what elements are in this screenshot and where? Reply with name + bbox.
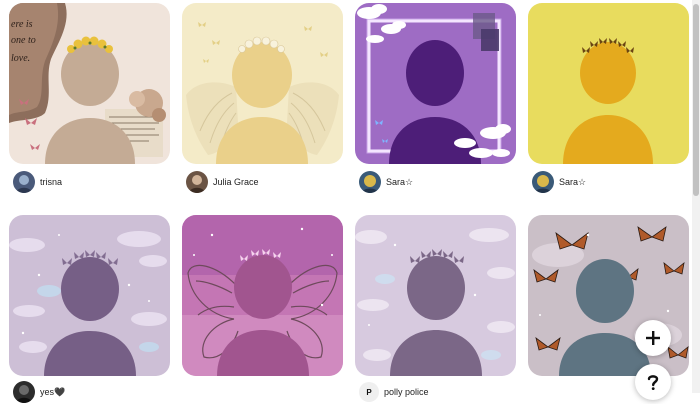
pin-card-lavender-sky[interactable]: [9, 215, 170, 376]
avatar[interactable]: P: [359, 382, 379, 402]
profile-placeholder-pink-fairy-wings-image: [182, 215, 343, 376]
author-name[interactable]: trisna: [40, 177, 62, 187]
profile-placeholder-vintage-butterflies-image: ere is one to love.: [9, 3, 170, 164]
profile-placeholder-angel-wings-yellow-image: [182, 3, 343, 164]
author-name[interactable]: yes🖤: [40, 387, 65, 398]
help-button[interactable]: [635, 364, 671, 400]
pin-card-angel-wings-yellow[interactable]: [182, 3, 343, 164]
pin-author[interactable]: Sara☆: [359, 170, 413, 194]
pin-author[interactable]: trisna: [13, 170, 62, 194]
pin-card-monarch-butterflies[interactable]: [528, 215, 689, 376]
pin-card-pink-fairy-wings[interactable]: [182, 215, 343, 376]
svg-text:ere is: ere is: [11, 19, 33, 30]
profile-placeholder-yellow-butterfly-crown-image: [528, 3, 689, 164]
avatar[interactable]: [13, 381, 35, 403]
pin-card-yellow-butterfly-crown[interactable]: [528, 3, 689, 164]
pin-card-lilac-clouds[interactable]: [355, 215, 516, 376]
scrollbar-thumb[interactable]: [693, 4, 699, 196]
page-scrollbar[interactable]: [692, 0, 700, 393]
svg-text:one to: one to: [11, 35, 36, 46]
profile-placeholder-monarch-butterflies-image: [528, 215, 689, 376]
pin-author[interactable]: yes🖤: [13, 380, 65, 404]
author-name[interactable]: Julia Grace: [213, 177, 259, 187]
avatar[interactable]: [359, 171, 381, 193]
profile-placeholder-lilac-clouds-image: [355, 215, 516, 376]
author-name[interactable]: Sara☆: [386, 177, 413, 188]
pin-card-purple-cloud-frame[interactable]: [355, 3, 516, 164]
profile-placeholder-lavender-sky-image: [9, 215, 170, 376]
avatar[interactable]: [186, 171, 208, 193]
avatar[interactable]: [532, 171, 554, 193]
svg-text:love.: love.: [11, 53, 30, 64]
pin-author[interactable]: P polly police: [359, 380, 429, 404]
author-name[interactable]: Sara☆: [559, 177, 586, 188]
pin-author[interactable]: Sara☆: [532, 170, 586, 194]
plus-icon: [646, 331, 660, 345]
profile-placeholder-purple-cloud-frame-image: [355, 3, 516, 164]
question-icon: [647, 375, 659, 390]
pin-author[interactable]: Julia Grace: [186, 170, 259, 194]
avatar[interactable]: [13, 171, 35, 193]
pin-card-vintage-butterflies[interactable]: ere is one to love.: [9, 3, 170, 164]
author-name[interactable]: polly police: [384, 387, 429, 397]
create-button[interactable]: [635, 320, 671, 356]
